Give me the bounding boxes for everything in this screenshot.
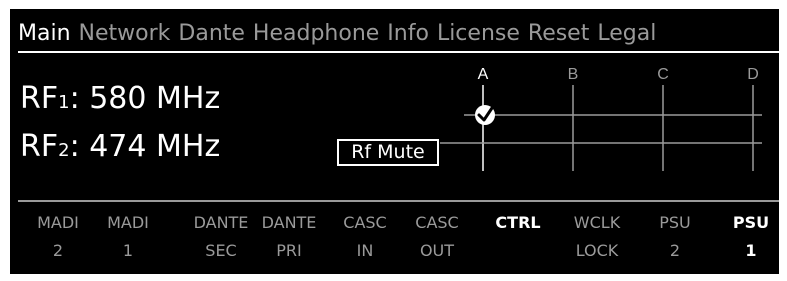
rf2-prefix: RF bbox=[20, 129, 59, 164]
status-sublabel: SEC bbox=[205, 241, 237, 260]
status-label: DANTE bbox=[261, 213, 317, 232]
tab-main[interactable]: Main bbox=[18, 19, 71, 49]
status-label: PSU bbox=[732, 213, 770, 232]
tab-dante[interactable]: Dante bbox=[178, 19, 245, 49]
status-sublabel: LOCK bbox=[575, 241, 619, 260]
status-sublabel: IN bbox=[356, 241, 374, 260]
device-screen: Main Network Dante Headphone Info License Rese… bbox=[10, 9, 779, 274]
antenna-label-b: B bbox=[568, 66, 579, 83]
status-label: PSU bbox=[659, 213, 691, 232]
status-label: CASC bbox=[343, 213, 387, 232]
tab-headphone[interactable]: Headphone bbox=[253, 19, 379, 49]
status-casc-out: CASC OUT bbox=[407, 209, 467, 265]
status-sublabel: 2 bbox=[52, 241, 64, 260]
rf1-prefix: RF bbox=[20, 81, 59, 116]
status-label: WCLK bbox=[573, 213, 621, 232]
status-label: CTRL bbox=[495, 213, 541, 232]
status-sublabel: OUT bbox=[419, 241, 455, 260]
tab-legal[interactable]: Legal bbox=[597, 19, 656, 49]
status-wclk-lock: WCLK LOCK bbox=[567, 209, 627, 265]
check-circle-icon bbox=[475, 105, 495, 125]
status-madi-2: MADI 2 bbox=[28, 209, 88, 265]
rf-mute-button[interactable]: Rf Mute bbox=[337, 139, 439, 166]
tab-info[interactable]: Info bbox=[387, 19, 429, 49]
status-label: MADI bbox=[107, 213, 149, 232]
status-sublabel: PRI bbox=[276, 241, 302, 260]
status-dante-pri: DANTE PRI bbox=[259, 209, 319, 265]
tab-network[interactable]: Network bbox=[79, 19, 171, 49]
status-dante-sec: DANTE SEC bbox=[191, 209, 251, 265]
tab-license[interactable]: License bbox=[437, 19, 520, 49]
antenna-label-c: C bbox=[657, 66, 669, 83]
status-sublabel: 1 bbox=[745, 241, 757, 260]
rf2-value: : 474 MHz bbox=[69, 129, 221, 164]
menu-divider bbox=[18, 51, 779, 53]
rf1-value: : 580 MHz bbox=[69, 81, 221, 116]
status-ctrl: CTRL bbox=[488, 209, 548, 237]
rf1-subscript: 1 bbox=[58, 92, 70, 113]
antenna-label-d: D bbox=[747, 66, 759, 83]
status-label: DANTE bbox=[193, 213, 249, 232]
menu-bar: Main Network Dante Headphone Info License Rese… bbox=[18, 19, 664, 55]
status-sublabel: 1 bbox=[122, 241, 134, 260]
rf2-subscript: 2 bbox=[58, 140, 70, 161]
status-madi-1: MADI 1 bbox=[98, 209, 158, 265]
rf2-frequency: RF2: 474 MHz bbox=[20, 130, 220, 168]
status-psu-1: PSU 1 bbox=[721, 209, 779, 265]
status-divider bbox=[18, 200, 779, 202]
status-casc-in: CASC IN bbox=[335, 209, 395, 265]
antenna-selection-graph: A B C D bbox=[440, 66, 762, 171]
rf1-frequency: RF1: 580 MHz bbox=[20, 82, 220, 120]
status-label: CASC bbox=[415, 213, 459, 232]
tab-reset[interactable]: Reset bbox=[528, 19, 589, 49]
status-psu-2: PSU 2 bbox=[645, 209, 705, 265]
status-sublabel: 2 bbox=[669, 241, 681, 260]
status-label: MADI bbox=[37, 213, 79, 232]
antenna-label-a: A bbox=[478, 66, 489, 83]
